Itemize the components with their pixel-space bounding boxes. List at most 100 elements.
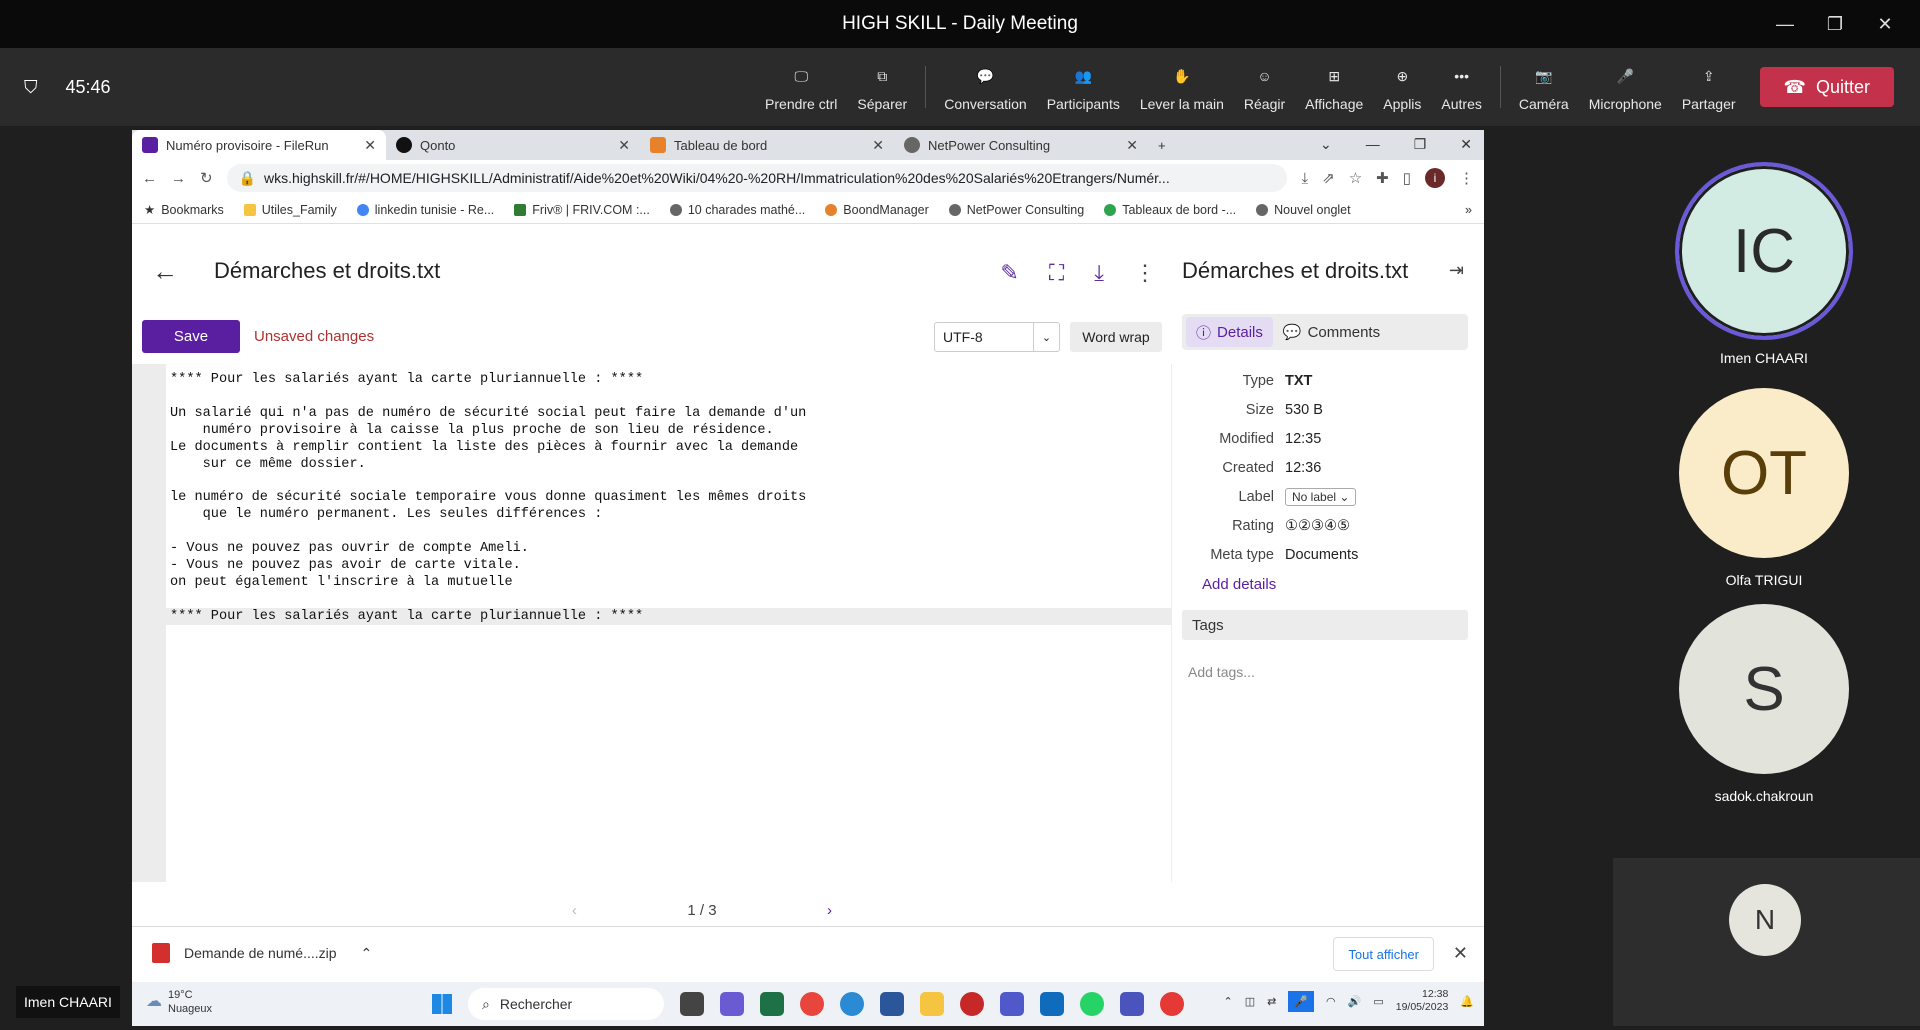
- react-button[interactable]: ☺ Réagir: [1234, 48, 1295, 126]
- chevron-up-icon[interactable]: ⌃: [1223, 995, 1232, 1008]
- close-icon[interactable]: ✕: [1460, 136, 1472, 153]
- menu-icon[interactable]: ⋮: [1459, 169, 1474, 187]
- volume-icon[interactable]: 🔊: [1348, 995, 1362, 1008]
- outlook-icon[interactable]: [1040, 992, 1064, 1016]
- close-tab-icon[interactable]: ✕: [872, 137, 884, 154]
- close-tab-icon[interactable]: ✕: [618, 137, 630, 154]
- bookmark-item[interactable]: ★ Bookmarks: [144, 202, 224, 218]
- save-button[interactable]: Save: [142, 320, 240, 353]
- task-view-icon[interactable]: [680, 992, 704, 1016]
- share-icon[interactable]: ⇗: [1322, 169, 1335, 187]
- sidepanel-icon[interactable]: ▯: [1403, 169, 1411, 187]
- download-item[interactable]: Demande de numé....zip ⌃: [152, 943, 372, 963]
- windows-start-icon[interactable]: [432, 994, 452, 1014]
- take-control-button[interactable]: 🖵 Prendre ctrl: [755, 48, 847, 126]
- teams-chat-icon[interactable]: [720, 992, 744, 1016]
- notifications-icon[interactable]: 🔔: [1460, 995, 1474, 1008]
- label-select[interactable]: No label ⌄: [1285, 487, 1357, 506]
- app-icon[interactable]: [960, 992, 984, 1016]
- participants-button[interactable]: 👥 Participants: [1037, 48, 1130, 126]
- sync-icon[interactable]: ⇄: [1267, 995, 1276, 1008]
- encoding-select[interactable]: UTF-8 ⌄: [934, 322, 1060, 352]
- restore-icon[interactable]: ❐: [1810, 0, 1860, 48]
- bookmark-item[interactable]: 10 charades mathé...: [669, 203, 805, 217]
- app-icon[interactable]: [1160, 992, 1184, 1016]
- url-field[interactable]: 🔒 wks.highskill.fr/#/HOME/HIGHSKILL/Admin…: [226, 164, 1288, 192]
- weather-widget[interactable]: ☁ 19°C Nuageux: [146, 988, 212, 1016]
- excel-icon[interactable]: [760, 992, 784, 1016]
- word-wrap-button[interactable]: Word wrap: [1070, 322, 1162, 352]
- file-explorer-icon[interactable]: [920, 992, 944, 1016]
- back-arrow-icon[interactable]: ←: [152, 256, 178, 287]
- apps-button[interactable]: ⊕ Applis: [1373, 48, 1431, 126]
- microphone-icon[interactable]: 🎤: [1288, 990, 1315, 1012]
- leave-button[interactable]: ☎ Quitter: [1759, 67, 1894, 107]
- download-icon[interactable]: ⤓: [1094, 260, 1104, 286]
- taskbar-search[interactable]: ⌕ Rechercher: [468, 988, 664, 1020]
- participant-tile[interactable]: OT Olfa TRIGUI: [1654, 388, 1874, 588]
- minimize-icon[interactable]: —: [1366, 136, 1380, 153]
- bookmark-item[interactable]: Nouvel onglet: [1256, 203, 1351, 217]
- edge-icon[interactable]: [840, 992, 864, 1016]
- view-button[interactable]: ⊞ Affichage: [1295, 48, 1373, 126]
- pop-out-button[interactable]: ⧉ Séparer: [847, 48, 917, 126]
- editor-text[interactable]: **** Pour les salariés ayant la carte pl…: [170, 372, 806, 626]
- star-icon[interactable]: ☆: [1349, 169, 1362, 187]
- text-editor[interactable]: **** Pour les salariés ayant la carte pl…: [132, 364, 1172, 882]
- close-tab-icon[interactable]: ✕: [1126, 137, 1138, 154]
- tab-comments[interactable]: 💬 Comments: [1273, 317, 1390, 347]
- bookmark-item[interactable]: Tableaux de bord -...: [1104, 203, 1236, 217]
- reload-icon[interactable]: ↻: [200, 169, 213, 187]
- chat-button[interactable]: 💬 Conversation: [934, 48, 1037, 126]
- bookmark-item[interactable]: linkedin tunisie - Re...: [356, 203, 494, 217]
- forward-icon[interactable]: →: [171, 170, 186, 187]
- tab-netpower[interactable]: NetPower Consulting ✕: [894, 130, 1148, 160]
- chrome-icon[interactable]: [800, 992, 824, 1016]
- back-icon[interactable]: ←: [142, 170, 157, 187]
- more-bookmarks-icon[interactable]: »: [1465, 203, 1472, 217]
- whatsapp-icon[interactable]: [1080, 992, 1104, 1016]
- wifi-icon[interactable]: ◠: [1326, 995, 1336, 1008]
- next-page-icon[interactable]: ›: [827, 902, 832, 919]
- more-vertical-icon[interactable]: ⋮: [1134, 260, 1156, 286]
- new-tab-button[interactable]: +: [1148, 130, 1188, 160]
- collapse-panel-icon[interactable]: ⇥: [1449, 260, 1464, 281]
- participant-tile[interactable]: IC Imen CHAARI: [1654, 162, 1874, 366]
- more-button[interactable]: ••• Autres: [1431, 48, 1491, 126]
- profile-avatar[interactable]: i: [1425, 168, 1445, 188]
- extensions-icon[interactable]: ✚: [1376, 169, 1389, 187]
- rating-stars[interactable]: ①②③④⑤: [1285, 518, 1350, 534]
- participant-tile[interactable]: S sadok.chakroun: [1654, 604, 1874, 804]
- tab-qonto[interactable]: Qonto ✕: [386, 130, 640, 160]
- camera-button[interactable]: 📷 Caméra: [1509, 48, 1579, 126]
- minimize-icon[interactable]: —: [1760, 0, 1810, 48]
- share-button[interactable]: ⇪ Partager: [1672, 48, 1746, 126]
- word-icon[interactable]: [880, 992, 904, 1016]
- close-icon[interactable]: ✕: [1860, 0, 1910, 48]
- raise-hand-button[interactable]: ✋ Lever la main: [1130, 48, 1234, 126]
- bookmark-item[interactable]: NetPower Consulting: [948, 203, 1084, 217]
- network-icon[interactable]: ◫: [1245, 995, 1255, 1008]
- participant-tile[interactable]: N: [1613, 858, 1920, 1026]
- chevron-up-icon[interactable]: ⌃: [361, 945, 373, 962]
- add-tags-input[interactable]: Add tags...: [1188, 664, 1255, 680]
- teams-icon[interactable]: [1120, 992, 1144, 1016]
- microphone-button[interactable]: 🎤 Microphone: [1579, 48, 1672, 126]
- fullscreen-icon[interactable]: ⛶: [1049, 260, 1064, 286]
- bookmark-item[interactable]: Utiles_Family: [243, 203, 337, 217]
- tab-search-icon[interactable]: ⌄: [1320, 136, 1332, 153]
- close-icon[interactable]: ✕: [1453, 943, 1468, 964]
- tab-details[interactable]: ⓘ Details: [1186, 317, 1273, 347]
- prev-page-icon[interactable]: ‹: [572, 902, 577, 919]
- restore-icon[interactable]: ❐: [1414, 136, 1427, 153]
- add-details-link[interactable]: Add details: [1202, 576, 1276, 593]
- teams-icon[interactable]: [1000, 992, 1024, 1016]
- download-icon[interactable]: ⤓: [1301, 170, 1308, 187]
- bookmark-item[interactable]: Friv® | FRIV.COM :...: [514, 203, 650, 217]
- bookmark-item[interactable]: BoondManager: [825, 203, 929, 217]
- battery-icon[interactable]: ▭: [1373, 995, 1383, 1008]
- clock[interactable]: 12:38 19/05/2023: [1396, 988, 1449, 1014]
- show-all-button[interactable]: Tout afficher: [1333, 937, 1434, 971]
- edit-icon[interactable]: ✎: [1000, 260, 1018, 286]
- tab-filerun[interactable]: Numéro provisoire - FileRun ✕: [132, 130, 386, 160]
